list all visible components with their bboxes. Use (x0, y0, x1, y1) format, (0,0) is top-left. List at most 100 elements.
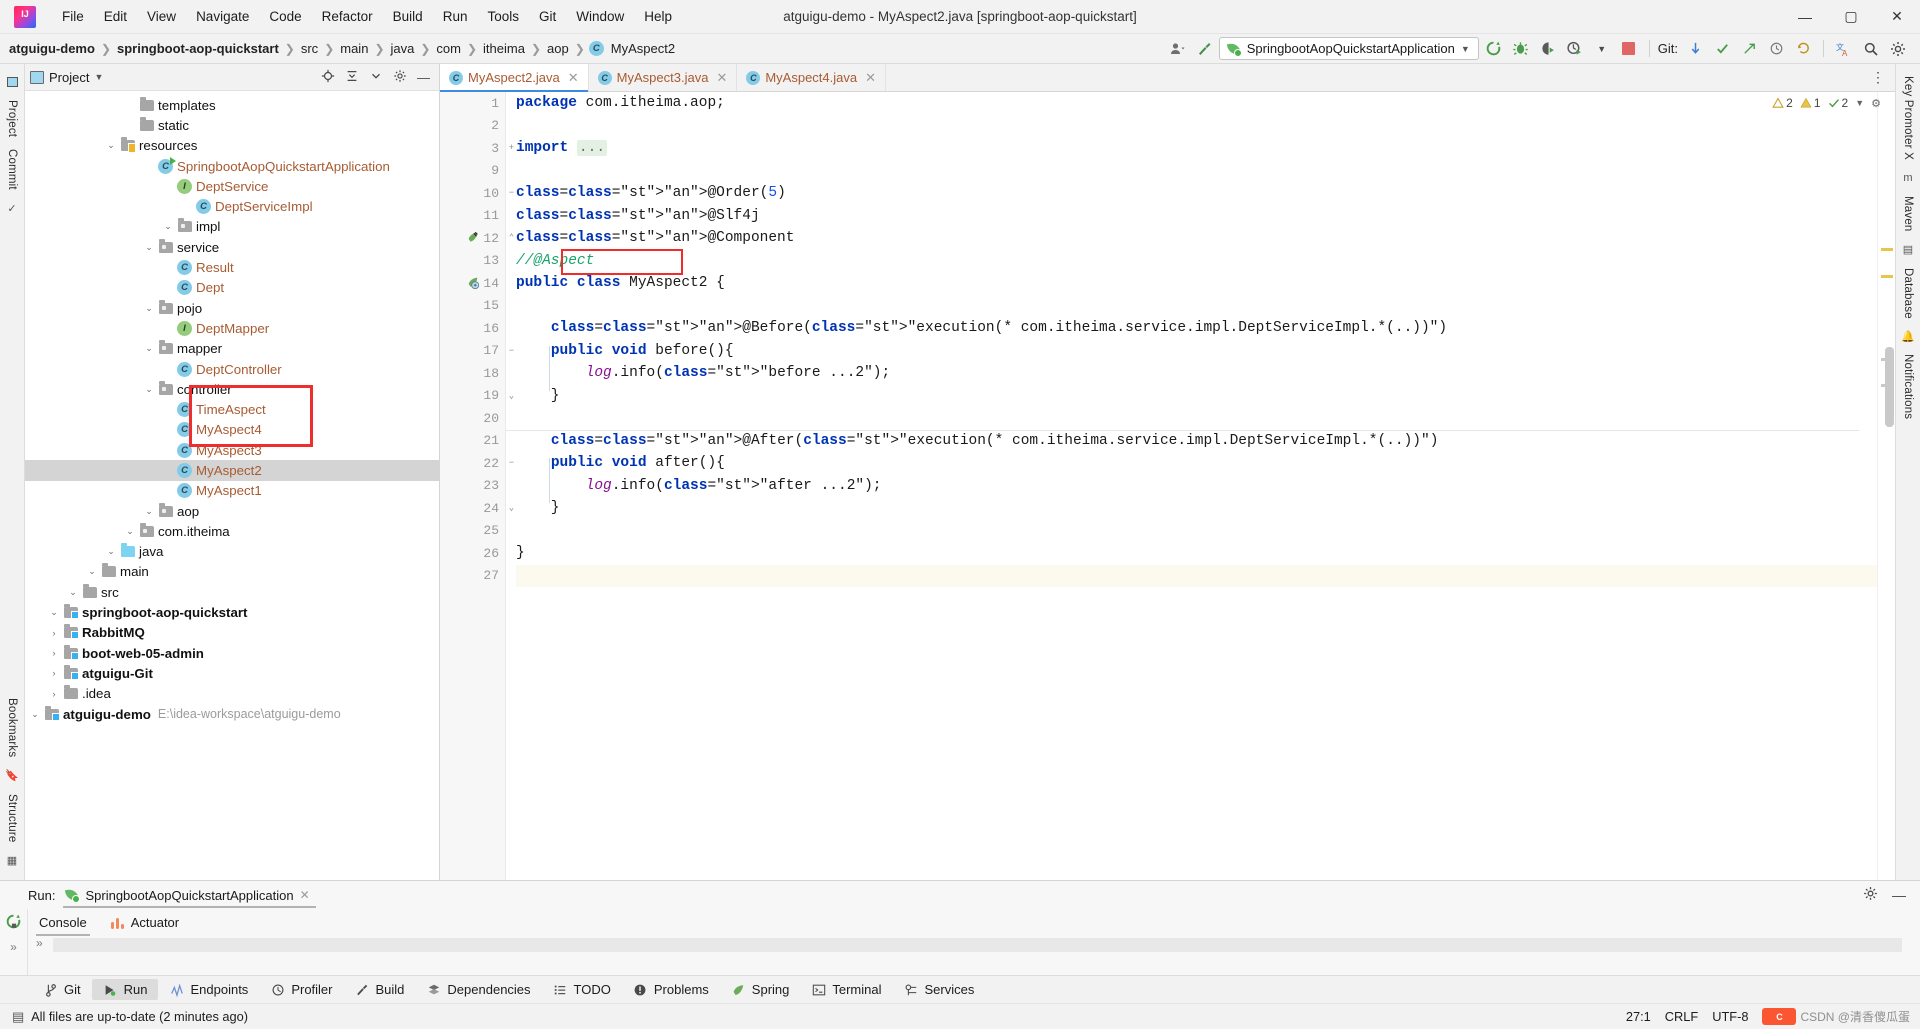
code-content[interactable]: package com.itheima.aop; import ... clas… (506, 92, 1877, 880)
gutter-line-2[interactable]: 2 (440, 115, 505, 138)
tree-item-springbootaopquickstartapplication[interactable]: ›CSpringbootAopQuickstartApplication (25, 156, 439, 176)
breadcrumb-atguigu-demo[interactable]: atguigu-demo (6, 40, 98, 57)
tree-item-rabbitmq[interactable]: › RabbitMQ (25, 623, 439, 643)
database-icon[interactable]: ▤ (1900, 242, 1916, 258)
tree-expand-arrow[interactable]: ⌄ (141, 303, 157, 314)
structure-icon[interactable]: ▦ (4, 852, 20, 868)
menu-run[interactable]: Run (433, 5, 478, 28)
gutter-line-26[interactable]: 26 (440, 542, 505, 565)
tree-item-com-itheima[interactable]: ⌄ com.itheima (25, 521, 439, 541)
gutter-line-21[interactable]: 21 (440, 430, 505, 453)
tree-item-myaspect1[interactable]: ›CMyAspect1 (25, 481, 439, 501)
tree-expand-arrow[interactable]: ⌄ (65, 587, 81, 598)
rail-item-key-promoter[interactable]: Key Promoter X (1902, 70, 1914, 166)
close-icon[interactable]: ✕ (568, 70, 579, 86)
gutter-line-16[interactable]: 16 (440, 317, 505, 340)
rail-item-bookmarks[interactable]: Bookmarks (6, 692, 18, 763)
bottom-tool-endpoints[interactable]: Endpoints (158, 979, 259, 1000)
gutter-line-20[interactable]: 20 (440, 407, 505, 430)
stop-button[interactable] (1617, 38, 1641, 60)
project-rail-icon[interactable] (4, 74, 20, 90)
code-line-2[interactable] (516, 115, 1877, 138)
gutter-line-9[interactable]: 9 (440, 160, 505, 183)
breadcrumb-com[interactable]: com (433, 40, 464, 57)
editor-tab-myaspect2-java[interactable]: C MyAspect2.java ✕ (440, 64, 589, 92)
menu-code[interactable]: Code (259, 5, 311, 28)
gutter-line-13[interactable]: 13 (440, 250, 505, 273)
breadcrumb-main[interactable]: main (337, 40, 371, 57)
maven-icon[interactable]: m (1900, 170, 1916, 186)
rail-item-commit[interactable]: Commit (6, 143, 18, 196)
hide-panel-icon[interactable]: — (1892, 887, 1906, 903)
code-line-26[interactable]: } (516, 542, 1877, 565)
gutter-line-14[interactable]: 14 (440, 272, 505, 295)
expand-icon[interactable] (368, 69, 383, 86)
tree-item-templates[interactable]: › templates (25, 95, 439, 115)
menu-tools[interactable]: Tools (477, 5, 529, 28)
tree-expand-arrow[interactable]: ⌄ (103, 546, 119, 557)
code-editor[interactable]: 2 1 2 ▼ ⚙ 1 2 3 +9 10−11 12 ⌃ 13 14 15 16 17−18 19 ⌄ 2… (440, 92, 1895, 880)
tree-item-deptmapper[interactable]: ›IDeptMapper (25, 318, 439, 338)
code-line-9[interactable] (516, 160, 1877, 183)
tree-expand-arrow[interactable]: › (160, 181, 176, 191)
code-line-25[interactable] (516, 520, 1877, 543)
tree-item-myaspect3[interactable]: ›CMyAspect3 (25, 440, 439, 460)
bottom-tool-dependencies[interactable]: Dependencies (415, 979, 541, 1000)
menu-file[interactable]: File (52, 5, 94, 28)
tree-expand-arrow[interactable]: ⌄ (141, 242, 157, 253)
close-icon[interactable]: ✕ (300, 888, 310, 902)
run-configuration-selector[interactable]: SpringbootAopQuickstartApplication ▼ (1218, 37, 1479, 60)
rail-item-database[interactable]: Database (1902, 262, 1914, 325)
breadcrumb-java[interactable]: java (388, 40, 418, 57)
tree-item-mapper[interactable]: ⌄ mapper (25, 339, 439, 359)
line-separator[interactable]: CRLF (1665, 1009, 1698, 1024)
tree-item-aop[interactable]: ⌄ aop (25, 501, 439, 521)
gutter-line-27[interactable]: 27 (440, 565, 505, 588)
code-line-12[interactable]: class=class="st">"an">@Component (516, 227, 1877, 250)
hide-panel-icon[interactable]: — (416, 70, 431, 85)
code-line-19[interactable]: } (516, 385, 1877, 408)
tree-expand-arrow[interactable]: ⌄ (141, 343, 157, 354)
close-icon[interactable]: ✕ (865, 70, 876, 86)
menu-help[interactable]: Help (634, 5, 682, 28)
tree-expand-arrow[interactable]: ⌄ (160, 221, 176, 232)
gutter-line-15[interactable]: 15 (440, 295, 505, 318)
tree-expand-arrow[interactable]: ⌄ (46, 607, 62, 618)
rerun-icon[interactable] (1482, 38, 1506, 60)
tree-item-controller[interactable]: ⌄ controller (25, 379, 439, 399)
tree-expand-arrow[interactable]: › (46, 668, 62, 678)
editor-tabs-options-icon[interactable]: ⋮ (1861, 64, 1895, 91)
expand-console-icon[interactable]: » (36, 936, 43, 950)
tree-expand-arrow[interactable]: ⌄ (27, 709, 43, 720)
bottom-tool-run[interactable]: Run (91, 979, 159, 1000)
bottom-tool-spring[interactable]: Spring (720, 979, 801, 1000)
file-encoding[interactable]: UTF-8 (1712, 1009, 1748, 1024)
console-output[interactable]: » (28, 936, 1920, 952)
breadcrumb-myaspect2[interactable]: MyAspect2 (608, 40, 678, 57)
tree-expand-arrow[interactable]: › (141, 161, 157, 171)
gutter-line-17[interactable]: 17− (440, 340, 514, 363)
tree-expand-arrow[interactable]: › (160, 465, 176, 475)
code-line-14[interactable]: public class MyAspect2 { (516, 272, 1877, 295)
tree-item-springboot-aop-quickstart[interactable]: ⌄ springboot-aop-quickstart (25, 602, 439, 622)
minimize-button[interactable]: — (1782, 0, 1828, 34)
menu-refactor[interactable]: Refactor (312, 5, 383, 28)
tree-item-impl[interactable]: ⌄ impl (25, 217, 439, 237)
rail-item-notifications[interactable]: Notifications (1902, 348, 1914, 425)
maximize-button[interactable]: ▢ (1828, 0, 1874, 34)
menu-view[interactable]: View (137, 5, 186, 28)
tree-expand-arrow[interactable]: ⌄ (103, 140, 119, 151)
tree-item-java[interactable]: ⌄ java (25, 542, 439, 562)
chevron-down-icon[interactable]: ▼ (1855, 98, 1864, 108)
tree-item-deptservice[interactable]: ›IDeptService (25, 176, 439, 196)
bottom-tool-services[interactable]: Services (893, 979, 986, 1000)
collapse-all-icon[interactable] (344, 69, 359, 86)
gutter-line-1[interactable]: 1 (440, 92, 505, 115)
tree-item-service[interactable]: ⌄ service (25, 237, 439, 257)
code-line-17[interactable]: public void before(){ (516, 340, 1877, 363)
inspection-settings-icon[interactable]: ⚙ (1871, 97, 1881, 110)
git-push-icon[interactable] (1737, 38, 1761, 60)
tree-item-dept[interactable]: ›CDept (25, 278, 439, 298)
tree-expand-arrow[interactable]: › (160, 263, 176, 273)
bottom-tool-problems[interactable]: Problems (622, 979, 720, 1000)
